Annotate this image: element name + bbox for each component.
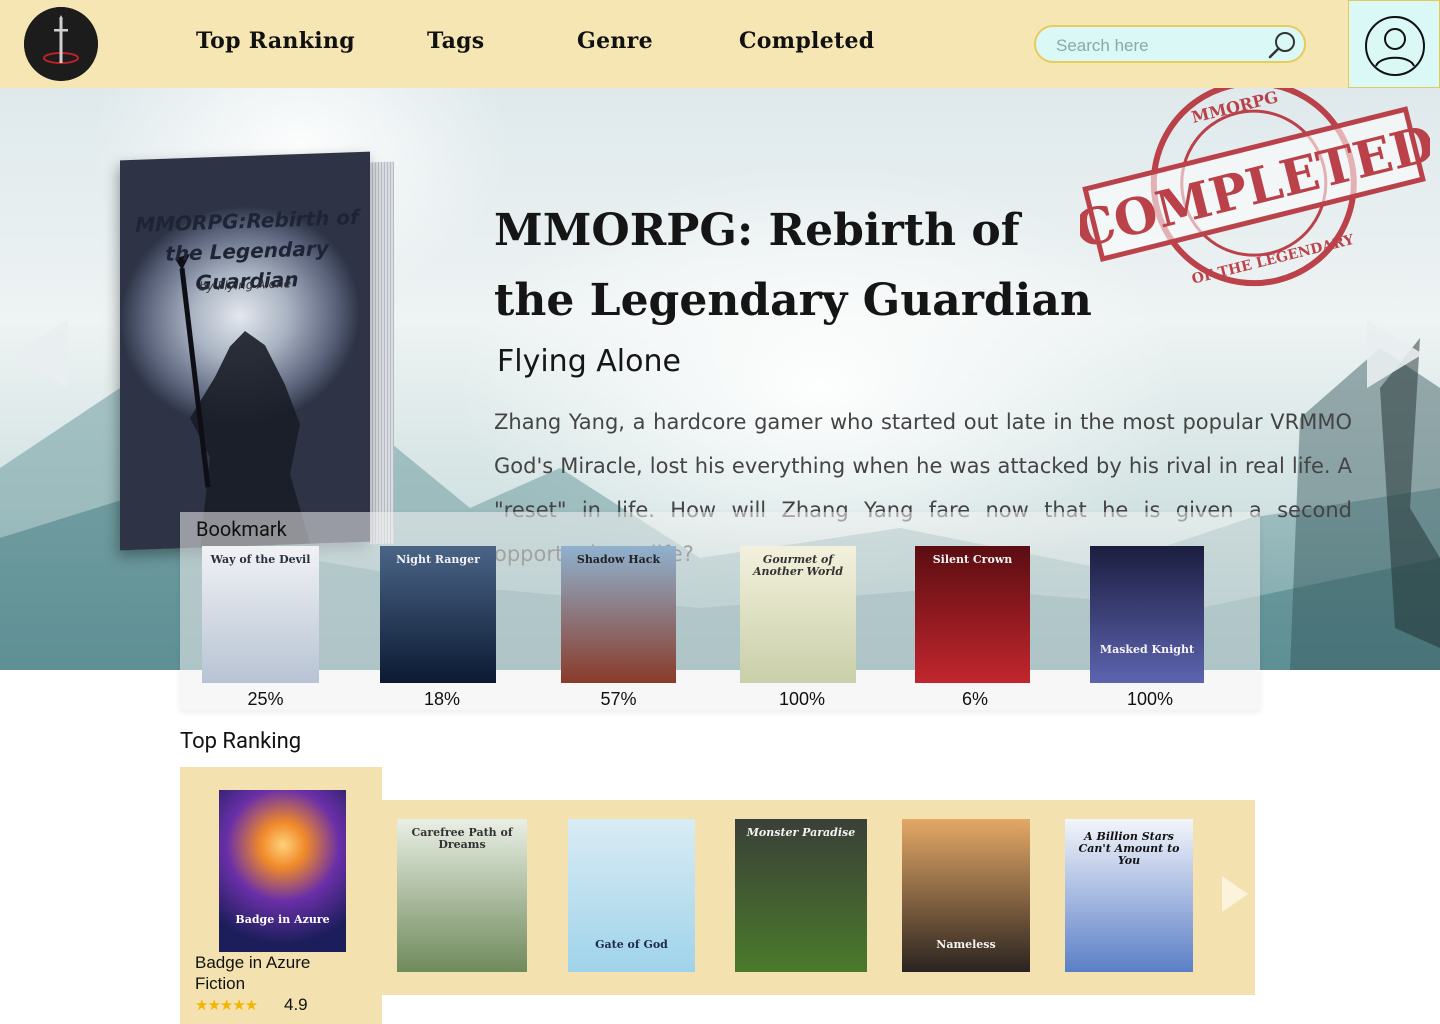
bookmark-cover: Shadow Hack: [561, 546, 676, 683]
ranking-cover-title: A Billion Stars Can't Amount to You: [1078, 830, 1180, 867]
featured-book-cover-badge-in-azure[interactable]: Badge in Azure: [219, 790, 346, 952]
search-bar: [1034, 25, 1306, 63]
bookmark-cover: Gourmet of Another World: [740, 546, 856, 683]
ranking-book-cover[interactable]: Nameless: [902, 819, 1030, 972]
featured-book-rating: 4.9: [284, 995, 308, 1014]
ranking-cover-title: Monster Paradise: [746, 826, 856, 839]
ranking-book-cover[interactable]: A Billion Stars Can't Amount to You: [1065, 819, 1193, 972]
bookmark-cover-title: Silent Crown: [932, 553, 1013, 566]
featured-book-title[interactable]: MMORPG: Rebirth of the Legendary Guardia…: [494, 196, 1114, 336]
bookmark-cover-title: Gourmet of Another World: [752, 553, 844, 578]
completed-stamp: COMPLETED MMORPG OF THE LEGENDARY: [1080, 88, 1430, 288]
previous-arrow-icon[interactable]: [12, 320, 68, 388]
top-navigation-bar: Top Ranking Tags Genre Completed: [0, 0, 1440, 88]
featured-cover-title: Badge in Azure: [235, 913, 330, 926]
bookmark-progress: 18%: [423, 689, 461, 709]
featured-book-cover[interactable]: MMORPG:Rebirth of the Legendary Guardian…: [120, 151, 400, 556]
bookmark-progress: 57%: [600, 689, 637, 709]
bookmark-progress: 100%: [778, 689, 826, 709]
bookmark-cover-title: Way of the Devil: [210, 553, 311, 566]
bookmark-cover-title: Masked Knight: [1099, 643, 1195, 656]
book-cover-art: MMORPG:Rebirth of the Legendary Guardian…: [120, 151, 370, 551]
bookmark-cover: Night Ranger: [380, 546, 496, 683]
top-ranking-heading: Top Ranking: [180, 729, 302, 754]
nav-top-ranking[interactable]: Top Ranking: [196, 28, 355, 54]
ranking-next-arrow-icon[interactable]: [1222, 876, 1248, 912]
bookmark-cover: Masked Knight: [1090, 546, 1204, 683]
search-icon[interactable]: [1266, 30, 1298, 60]
featured-book-author[interactable]: Flying Alone: [497, 344, 681, 379]
user-avatar-icon: [1365, 16, 1425, 76]
nav-tags[interactable]: Tags: [427, 28, 485, 54]
nav-genre[interactable]: Genre: [577, 28, 653, 54]
bookmark-cover-title: Night Ranger: [396, 553, 480, 566]
bookmark-progress: 25%: [247, 689, 284, 709]
featured-book-name[interactable]: Badge in Azure: [195, 953, 310, 973]
ranking-cover-title: Carefree Path of Dreams: [411, 826, 513, 851]
featured-book-genre: Fiction: [195, 974, 246, 993]
bookmark-cover: Silent Crown: [915, 546, 1030, 683]
bookmark-cover: Way of the Devil: [202, 546, 319, 683]
bookmark-heading: Bookmark: [196, 517, 287, 541]
bookmark-progress: 6%: [961, 689, 988, 709]
rating-stars-icon: ★★★★★: [195, 997, 258, 1014]
site-logo[interactable]: [24, 7, 98, 81]
nav-completed[interactable]: Completed: [739, 28, 874, 54]
ranking-book-cover[interactable]: Gate of God: [568, 819, 695, 972]
ranking-book-cover[interactable]: Carefree Path of Dreams: [397, 819, 527, 972]
ranking-book-cover[interactable]: Monster Paradise: [735, 819, 867, 972]
search-input[interactable]: [1054, 33, 1268, 59]
book-pages: [370, 161, 394, 545]
bookmark-progress: 100%: [1126, 689, 1174, 709]
ranking-cover-title: Nameless: [936, 938, 996, 951]
bookmark-cover-title: Shadow Hack: [576, 553, 661, 566]
ranking-cover-title: Gate of God: [595, 938, 668, 951]
profile-button[interactable]: [1348, 0, 1440, 88]
next-arrow-icon[interactable]: [1367, 320, 1423, 388]
